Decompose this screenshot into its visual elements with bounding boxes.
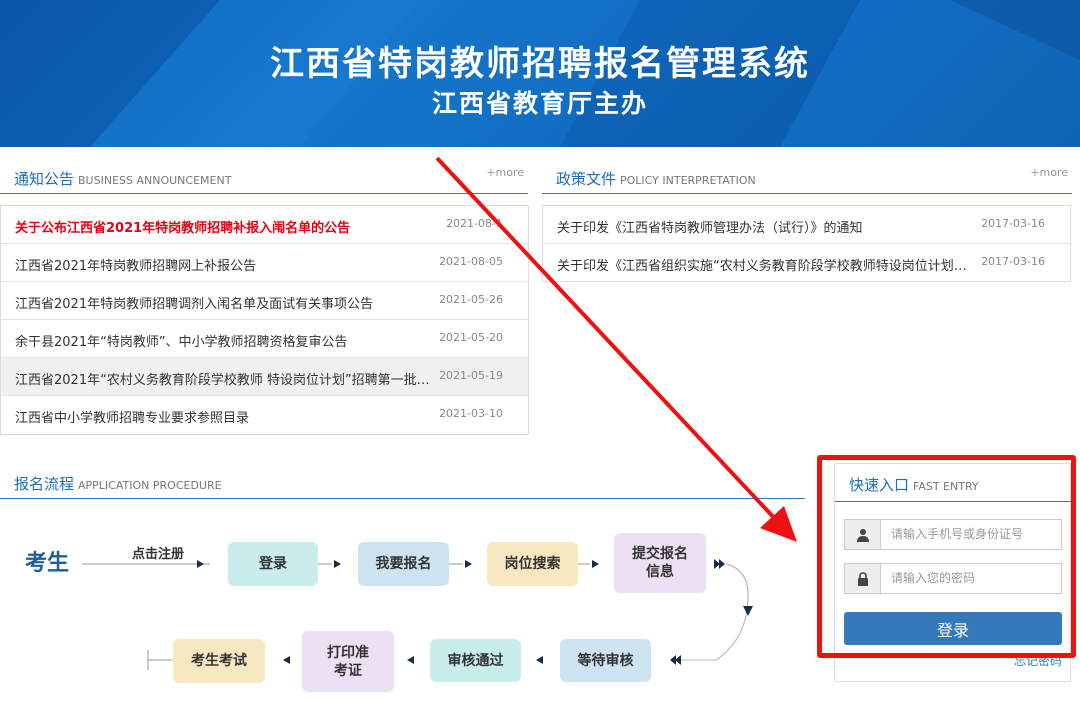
start-label: 考生 <box>25 551 70 576</box>
step-search: 岗位搜索 <box>487 542 578 586</box>
item-title[interactable]: 关于印发《江西省组织实施“农村义务教育阶段学校教师特设岗位计划”… <box>557 255 969 274</box>
item-date: 2021-03-10 <box>439 407 503 420</box>
announcement-list: 关于公布江西省2021年特岗教师招聘补报入闱名单的公告 2021-08-1 江西… <box>0 205 529 435</box>
policy-more-link[interactable]: +more <box>1030 166 1068 179</box>
item-date: 2021-05-20 <box>439 331 503 344</box>
step-wait: 等待审核 <box>560 639 651 682</box>
step-exam: 考生考试 <box>173 639 265 683</box>
step-apply: 我要报名 <box>358 542 449 586</box>
policy-header: 政策文件 POLICY INTERPRETATION +more <box>542 166 1072 194</box>
list-item[interactable]: 关于公布江西省2021年特岗教师招聘补报入闱名单的公告 2021-08-1 <box>1 206 528 244</box>
policy-list: 关于印发《江西省特岗教师管理办法（试行）》的通知 2017-03-16 关于印发… <box>542 205 1071 282</box>
register-label: 点击注册 <box>132 547 185 562</box>
item-date: 2017-03-16 <box>981 217 1045 230</box>
list-item[interactable]: 江西省2021年特岗教师招聘网上补报公告 2021-08-05 <box>1 244 528 282</box>
procedure-header: 报名流程 APPLICATION PROCEDURE <box>0 471 805 499</box>
item-title[interactable]: 余干县2021年“特岗教师”、中小学教师招聘资格复审公告 <box>15 331 435 350</box>
item-date: 2021-08-1 <box>446 217 503 230</box>
announcement-header: 通知公告 BUSINESS ANNOUNCEMENT +more <box>0 166 528 194</box>
list-item[interactable]: 关于印发《江西省组织实施“农村义务教育阶段学校教师特设岗位计划”… 2017-0… <box>543 244 1070 282</box>
item-date: 2017-03-16 <box>981 255 1045 268</box>
annotation-highlight-box <box>817 455 1076 658</box>
item-title[interactable]: 江西省2021年特岗教师招聘调剂入闱名单及面试有关事项公告 <box>15 293 435 312</box>
procedure-title: 报名流程 APPLICATION PROCEDURE <box>14 475 222 493</box>
list-item[interactable]: 江西省2021年“农村义务教育阶段学校教师 特设岗位计划”招聘第一批… 2021… <box>1 358 528 396</box>
list-item[interactable]: 江西省中小学教师招聘专业要求参照目录 2021-03-10 <box>1 396 528 434</box>
header-banner: 江西省特岗教师招聘报名管理系统 江西省教育厅主办 <box>0 0 1080 147</box>
item-title[interactable]: 江西省2021年特岗教师招聘网上补报公告 <box>15 255 435 274</box>
item-title[interactable]: 江西省2021年“农村义务教育阶段学校教师 特设岗位计划”招聘第一批… <box>15 369 435 388</box>
step-login: 登录 <box>228 542 318 586</box>
item-date: 2021-05-26 <box>439 293 503 306</box>
step-submit: 提交报名信息 <box>614 533 706 593</box>
announcement-title: 通知公告 BUSINESS ANNOUNCEMENT <box>14 170 232 188</box>
list-item[interactable]: 江西省2021年特岗教师招聘调剂入闱名单及面试有关事项公告 2021-05-26 <box>1 282 528 320</box>
step-print: 打印准考证 <box>302 631 394 692</box>
item-date: 2021-05-19 <box>439 369 503 382</box>
policy-title: 政策文件 POLICY INTERPRETATION <box>556 170 756 188</box>
announcement-more-link[interactable]: +more <box>486 166 524 179</box>
site-subtitle: 江西省教育厅主办 <box>431 89 648 118</box>
item-date: 2021-08-05 <box>439 255 503 268</box>
item-title[interactable]: 关于公布江西省2021年特岗教师招聘补报入闱名单的公告 <box>15 217 435 236</box>
item-title[interactable]: 江西省中小学教师招聘专业要求参照目录 <box>15 407 435 426</box>
list-item[interactable]: 余干县2021年“特岗教师”、中小学教师招聘资格复审公告 2021-05-20 <box>1 320 528 358</box>
item-title[interactable]: 关于印发《江西省特岗教师管理办法（试行）》的通知 <box>557 217 977 236</box>
page: 江西省特岗教师招聘报名管理系统 江西省教育厅主办 通知公告 BUSINESS AN… <box>0 0 1080 707</box>
step-pass: 审核通过 <box>430 639 521 682</box>
procedure-flowchart: 考生 点击注册 登录 我要报名 岗位搜索 提交报名信息 等待审核 审核通过 打印… <box>0 500 805 707</box>
site-title: 江西省特岗教师招聘报名管理系统 <box>270 44 810 84</box>
flow-lines <box>82 559 753 670</box>
list-item[interactable]: 关于印发《江西省特岗教师管理办法（试行）》的通知 2017-03-16 <box>543 206 1070 244</box>
